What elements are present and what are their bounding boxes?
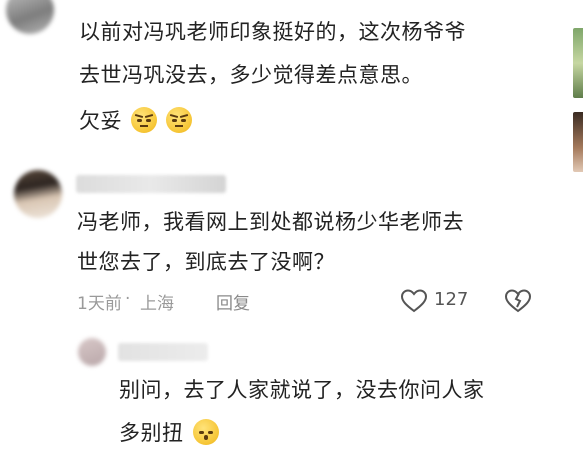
comment-location: 上海 <box>140 294 174 314</box>
comment-text-line: 冯老师，我看网上到处都说杨少华老师去 <box>77 210 464 234</box>
dislike-heart-icon[interactable] <box>504 288 532 314</box>
comment-text-fragment: 欠妥 <box>79 109 122 133</box>
comment-thread: 以前对冯巩老师印象挺好的，这次杨爷爷 去世冯巩没去，多少觉得差点意思。 欠妥 冯… <box>0 0 583 463</box>
comment-text-line: 世您去了，到底去了没啊？ <box>77 250 335 274</box>
reply-button[interactable]: 回复 <box>216 289 250 314</box>
reply-text-line: 多别扭 <box>119 413 219 453</box>
comment-text-line: 欠妥 <box>79 101 193 141</box>
avatar[interactable] <box>6 0 54 34</box>
sulking-face-emoji <box>131 107 158 133</box>
avatar[interactable] <box>78 338 106 366</box>
reply-text-fragment: 多别扭 <box>119 421 184 445</box>
like-count: 127 <box>434 289 469 310</box>
kissing-face-emoji <box>192 419 219 445</box>
heart-icon[interactable] <box>400 288 428 314</box>
meta-separator: · <box>125 289 131 309</box>
reply-text-line: 别问，去了人家就说了，没去你问人家 <box>119 378 485 402</box>
username-blurred[interactable] <box>118 343 208 361</box>
comment-time: 1天前 <box>77 294 122 314</box>
sulking-face-emoji <box>166 107 193 133</box>
side-thumbnail[interactable] <box>573 28 583 98</box>
username-blurred[interactable] <box>76 175 226 193</box>
comment-text-line: 以前对冯巩老师印象挺好的，这次杨爷爷 <box>79 20 466 44</box>
avatar[interactable] <box>14 170 62 218</box>
comment-text-line: 去世冯巩没去，多少觉得差点意思。 <box>79 63 423 87</box>
side-thumbnail[interactable] <box>573 112 583 172</box>
